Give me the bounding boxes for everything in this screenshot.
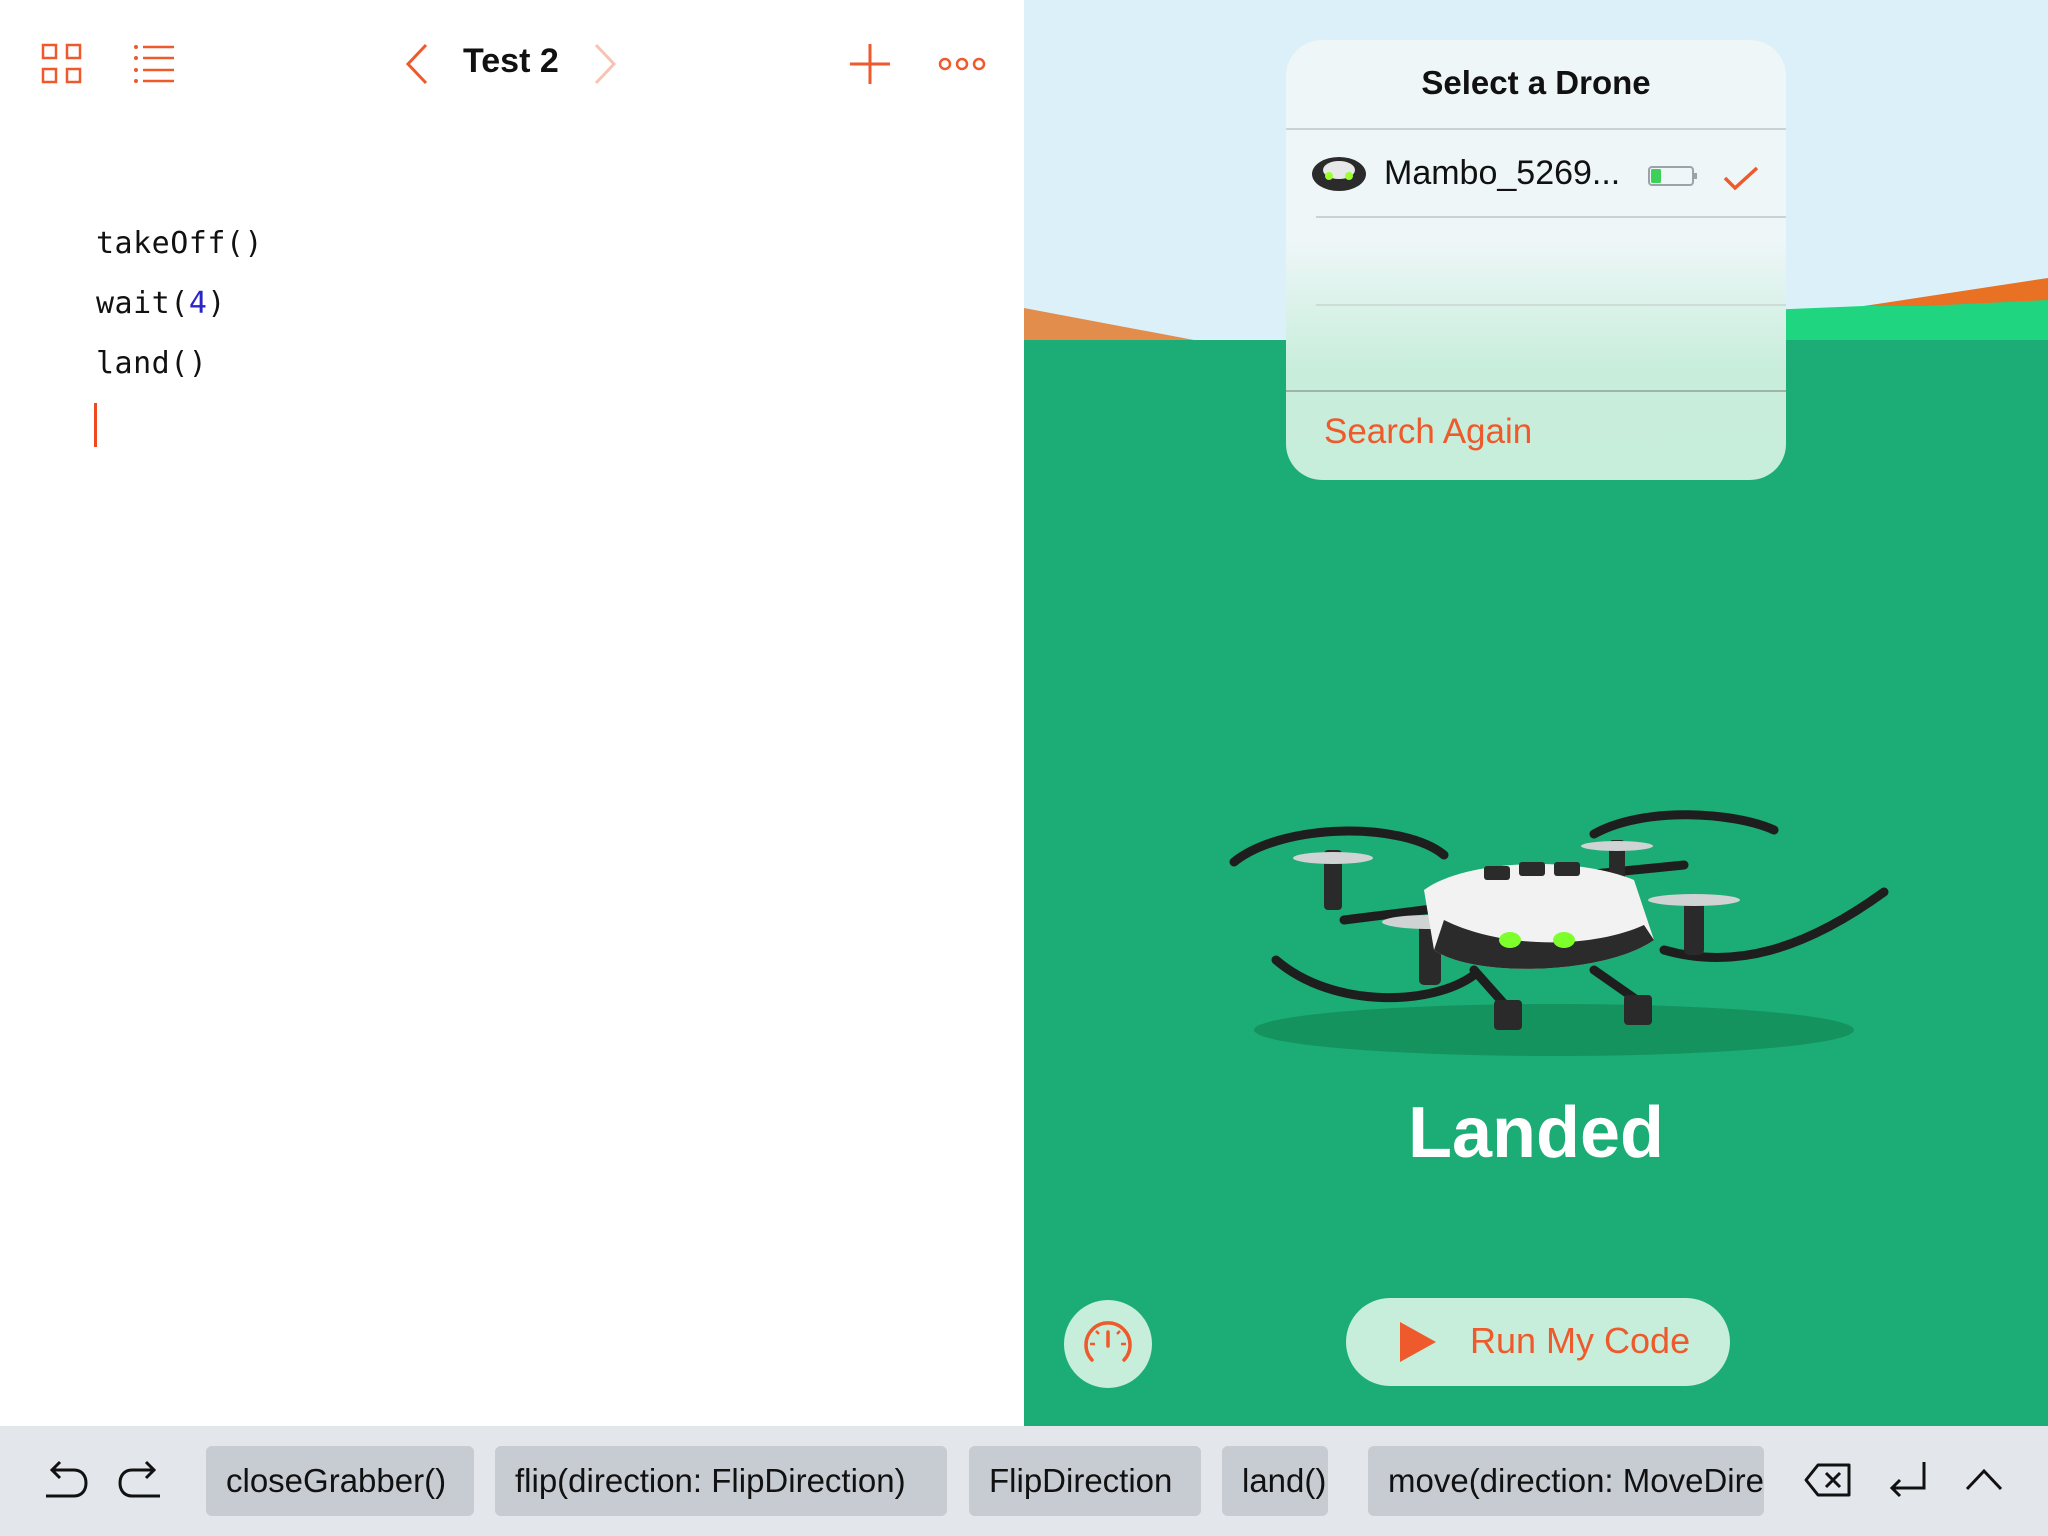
text-cursor <box>94 403 97 447</box>
chevron-right-icon[interactable] <box>592 42 618 86</box>
divider <box>1286 390 1786 392</box>
suggestion-chip[interactable]: move(direction: MoveDirection) <box>1368 1446 1764 1516</box>
number-literal: 4 <box>188 286 208 321</box>
play-icon <box>1400 1322 1436 1362</box>
checkmark-icon <box>1723 166 1759 191</box>
drone-thumbnail-icon <box>1312 157 1366 191</box>
suggestion-chip[interactable]: flip(direction: FlipDirection) <box>495 1446 947 1516</box>
flight-status: Landed <box>1407 1093 1664 1173</box>
grid-icon[interactable] <box>40 42 84 86</box>
popover-title: Select a Drone <box>1421 64 1651 101</box>
page-title: Test 2 <box>463 42 559 80</box>
chevron-left-icon[interactable] <box>404 42 430 86</box>
list-icon[interactable] <box>132 42 176 86</box>
speed-button[interactable] <box>1064 1300 1152 1388</box>
empty-list-item <box>1286 306 1786 390</box>
drone-picker-popover: Select a Drone Mambo_5269... Search Agai… <box>1286 40 1786 480</box>
run-button-label: Run My Code <box>1470 1320 1691 1361</box>
code-editor[interactable]: Test 2 takeOff() wait(4) land() <box>0 0 1024 1426</box>
drone-list-item[interactable]: Mambo_5269... <box>1286 130 1786 216</box>
chevron-up-icon[interactable] <box>1964 1466 2004 1492</box>
speedometer-icon <box>1084 1321 1132 1362</box>
drone-illustration <box>1229 810 1889 1056</box>
run-code-button[interactable]: Run My Code <box>1346 1298 1730 1386</box>
suggestion-chip[interactable]: FlipDirection <box>969 1446 1201 1516</box>
suggestion-chip[interactable]: land() <box>1222 1446 1328 1516</box>
search-again-button[interactable]: Search Again <box>1324 412 1532 452</box>
code-line[interactable]: land() <box>96 346 207 381</box>
battery-icon <box>1648 166 1697 186</box>
shortcut-bar: closeGrabber() flip(direction: FlipDirec… <box>0 1426 2048 1536</box>
live-view: Select a Drone Mambo_5269... Search Agai… <box>1024 0 2048 1426</box>
empty-list-item <box>1286 218 1786 302</box>
drone-name: Mambo_5269... <box>1384 154 1621 192</box>
more-icon[interactable] <box>938 54 986 74</box>
code-token: ) <box>207 286 226 321</box>
return-icon[interactable] <box>1886 1460 1930 1500</box>
code-token: wait( <box>96 286 189 321</box>
code-line[interactable]: takeOff() <box>96 226 263 261</box>
undo-icon[interactable] <box>40 1460 88 1502</box>
redo-icon[interactable] <box>118 1460 166 1502</box>
code-line[interactable]: wait(4) <box>96 286 226 321</box>
suggestion-chip[interactable]: closeGrabber() <box>206 1446 474 1516</box>
delete-icon[interactable] <box>1804 1462 1852 1498</box>
plus-icon[interactable] <box>848 42 892 86</box>
